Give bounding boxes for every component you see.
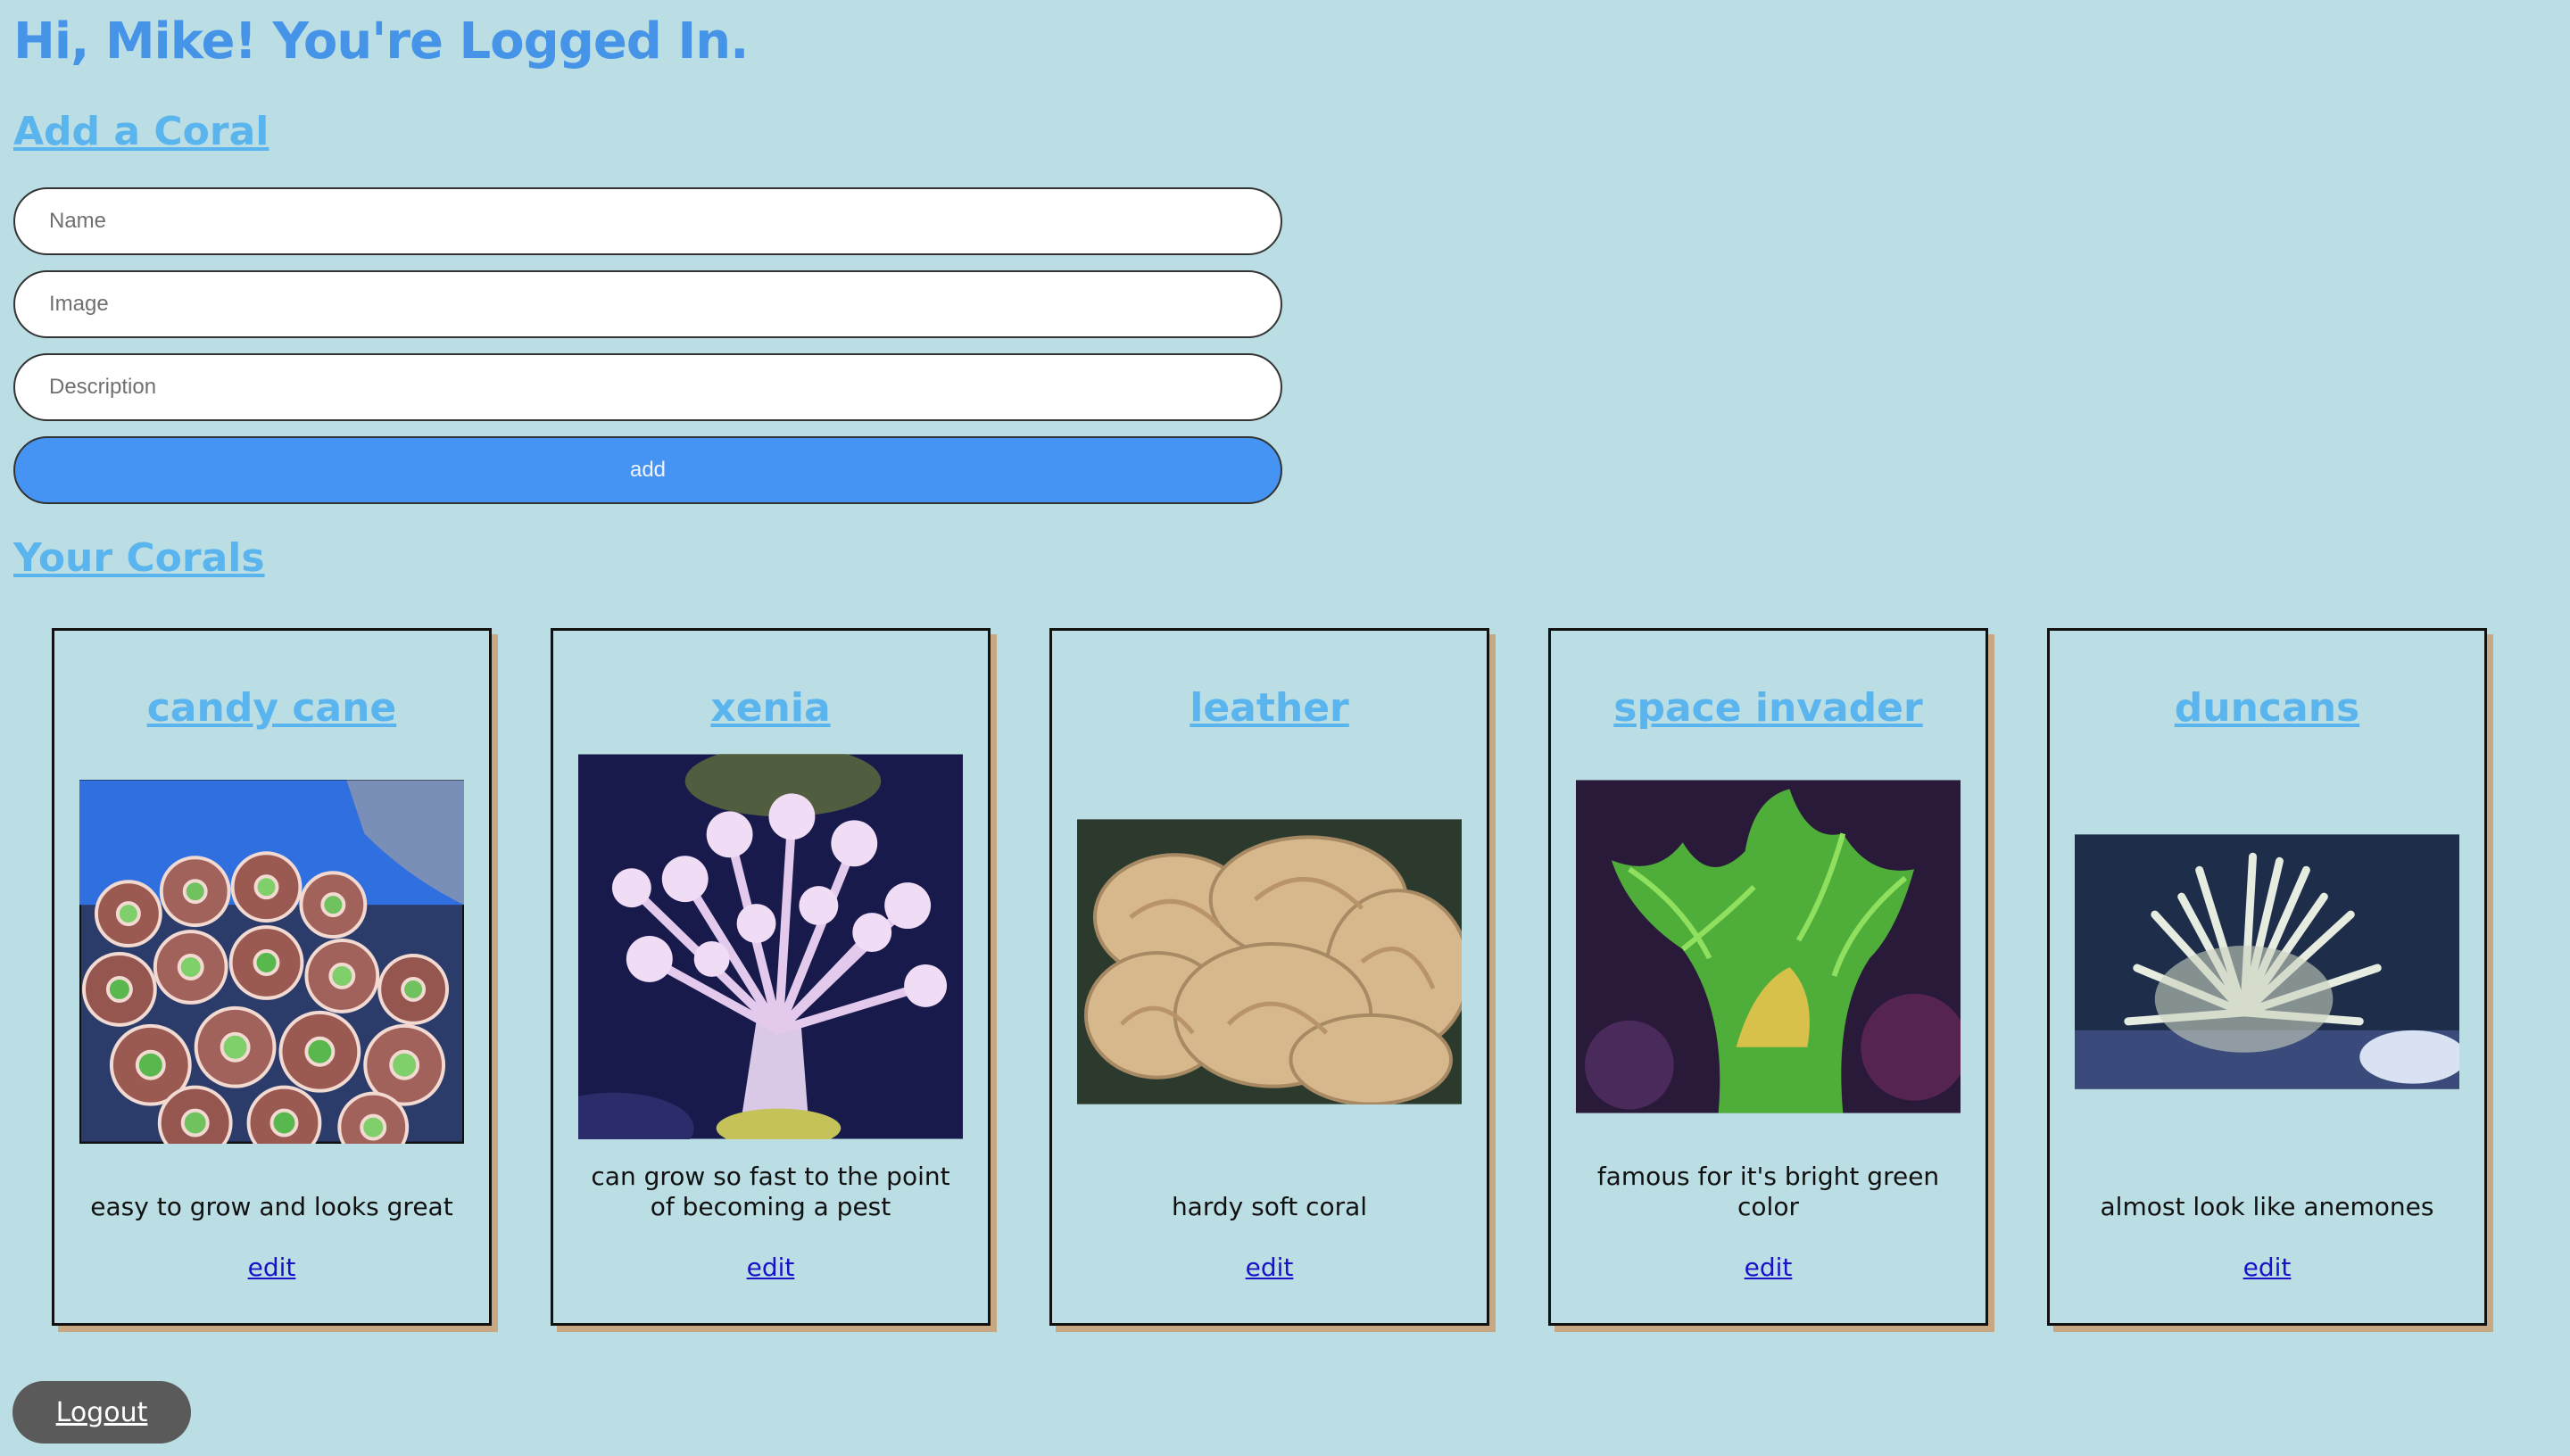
coral-image (1077, 731, 1462, 1192)
coral-title[interactable]: candy cane (147, 686, 397, 731)
coral-image (578, 731, 963, 1162)
logout-button[interactable]: Logout (12, 1381, 191, 1444)
coral-title[interactable]: leather (1190, 686, 1349, 731)
coral-card-list: candy cane easy to grow and looks great … (52, 628, 2487, 1326)
coral-description: hardy soft coral (1171, 1192, 1368, 1221)
coral-image (79, 731, 464, 1192)
image-input[interactable] (13, 270, 1282, 338)
coral-card: duncans almost look like anemones edit (2047, 628, 2487, 1326)
coral-title[interactable]: space invader (1613, 686, 1922, 731)
page-title: Hi, Mike! You're Logged In. (13, 12, 749, 70)
edit-link[interactable]: edit (747, 1253, 795, 1282)
coral-image (1576, 731, 1961, 1162)
coral-card: leather hardy soft coral edit (1049, 628, 1489, 1326)
coral-title[interactable]: xenia (710, 686, 830, 731)
candy-cane-coral-image (79, 779, 464, 1144)
add-button[interactable]: add (13, 436, 1282, 504)
coral-description: can grow so fast to the point of becomin… (591, 1162, 950, 1221)
edit-link[interactable]: edit (1246, 1253, 1294, 1282)
coral-description: almost look like anemones (2100, 1192, 2434, 1221)
duncans-coral-image (2075, 833, 2459, 1089)
coral-description: famous for it's bright green color (1596, 1162, 1940, 1221)
leather-coral-image (1077, 818, 1462, 1104)
name-input[interactable] (13, 187, 1282, 255)
add-coral-heading[interactable]: Add a Coral (13, 109, 269, 154)
xenia-coral-image (578, 753, 963, 1139)
coral-card: xenia can grow so fast to the point of b… (551, 628, 991, 1326)
coral-description: easy to grow and looks great (90, 1192, 453, 1221)
your-corals-heading[interactable]: Your Corals (13, 535, 265, 581)
edit-link[interactable]: edit (2243, 1253, 2292, 1282)
coral-card: space invader famous for it's bright gre… (1548, 628, 1988, 1326)
space-invader-coral-image (1576, 779, 1961, 1113)
description-input[interactable] (13, 353, 1282, 421)
edit-link[interactable]: edit (248, 1253, 296, 1282)
coral-image (2075, 731, 2459, 1192)
coral-title[interactable]: duncans (2175, 686, 2359, 731)
edit-link[interactable]: edit (1745, 1253, 1793, 1282)
coral-card: candy cane easy to grow and looks great … (52, 628, 492, 1326)
